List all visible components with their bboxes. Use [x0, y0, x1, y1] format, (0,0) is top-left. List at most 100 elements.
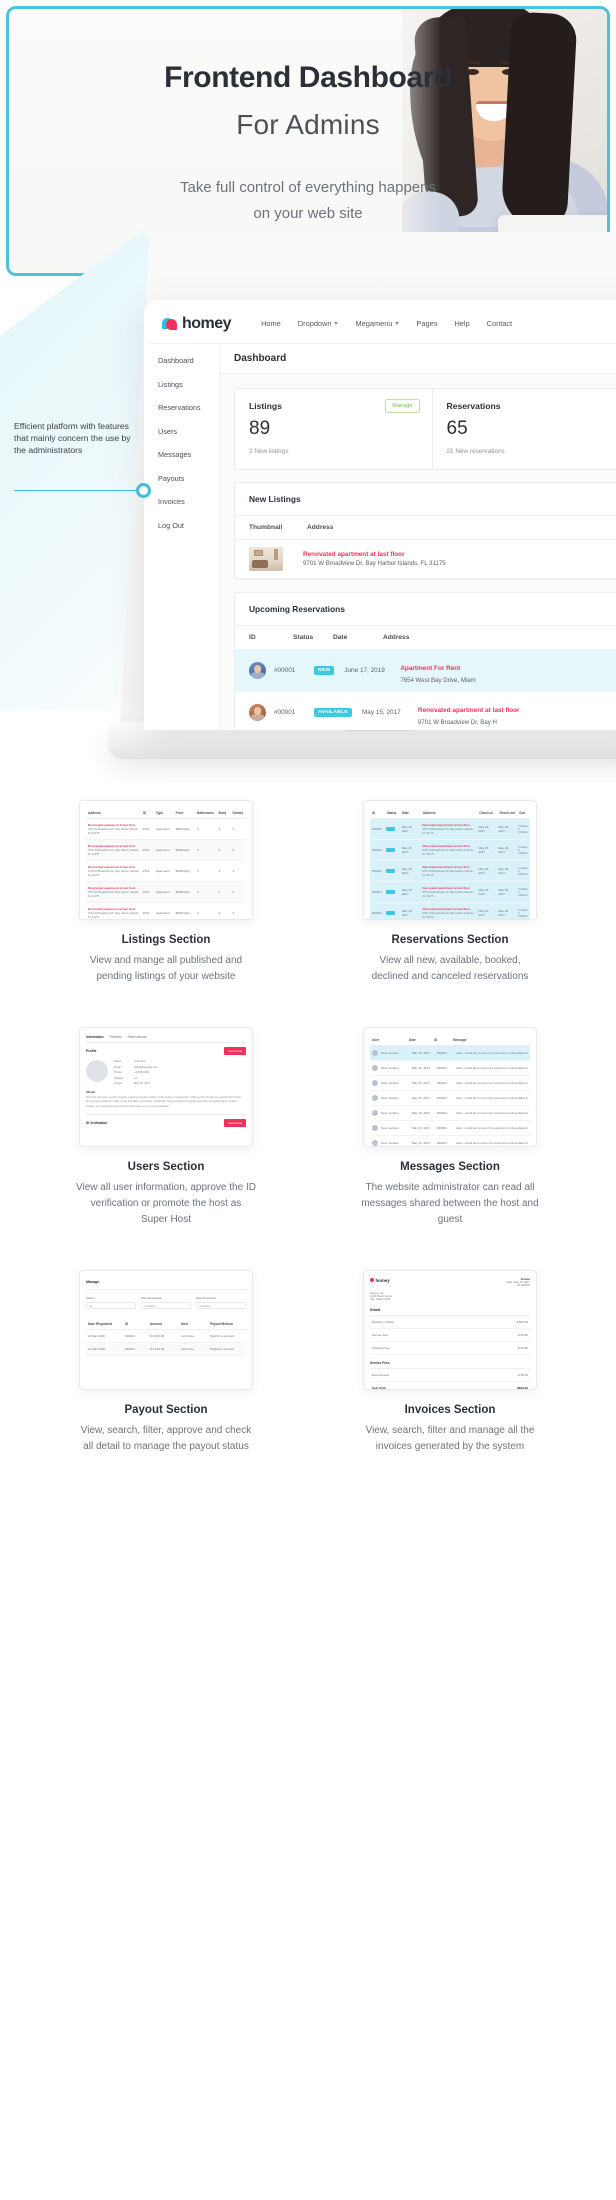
- table-row[interactable]: Renovated apartment at last floor 9701 W …: [86, 861, 246, 882]
- listing-guests: 4: [232, 890, 234, 894]
- invoice-line-label: Extra Guests: [372, 1373, 390, 1377]
- nav-item-megamenu[interactable]: Megamenu: [355, 319, 400, 328]
- avatar: [249, 662, 266, 679]
- table-row[interactable]: Renovated apartment at last floor 9701 W …: [86, 903, 246, 919]
- homey-logo[interactable]: homey: [162, 315, 232, 333]
- table-row[interactable]: Renovated apartment at last floor 9701 W …: [86, 819, 246, 840]
- avatar: [372, 1140, 378, 1146]
- stat-title: Reservations: [446, 401, 501, 411]
- table-row[interactable]: Renovated apartment at last floor 9701 W…: [235, 540, 616, 579]
- reservation-id: #00001: [372, 890, 383, 894]
- field-value: 12: [134, 1076, 137, 1080]
- column-checkin: Check-in: [479, 811, 493, 815]
- table-row[interactable]: Renovated apartment at last floor 9701 W …: [86, 840, 246, 861]
- table-row[interactable]: 16 Mar 2019 #00001 $ 9,150.00 John Doe P…: [86, 1330, 246, 1343]
- list-item[interactable]: New member May 15, 2017 #00001 Hello, I …: [370, 1076, 530, 1091]
- nav-item-help[interactable]: Help: [454, 319, 469, 328]
- list-item[interactable]: New member May 15, 2017 #00001 Hello, I …: [370, 1136, 530, 1146]
- column-guests: Gue: [519, 811, 526, 815]
- sidebar-item-dashboard[interactable]: Dashboard: [158, 356, 219, 365]
- listing-id: #721: [142, 827, 150, 831]
- message-id: #00001: [437, 1051, 448, 1055]
- invoice-line-value: $ 25.00: [517, 1346, 528, 1350]
- invoice-line-label: Cleaning Fee: [372, 1346, 390, 1350]
- list-item[interactable]: New member May 15, 2017 #00001 Hello, I …: [370, 1046, 530, 1061]
- manage-button[interactable]: Manage: [385, 399, 420, 413]
- message-id: #00001: [437, 1126, 448, 1130]
- message-date: May 15, 2017: [412, 1126, 431, 1130]
- sidebar-item-invoices[interactable]: Invoices: [158, 497, 219, 506]
- sidebar-item-logout[interactable]: Log Out: [158, 521, 219, 530]
- sidebar-item-payouts[interactable]: Payouts: [158, 474, 219, 483]
- list-item[interactable]: New member May 15, 2017 #00001 Hello, I …: [370, 1106, 530, 1121]
- column-checkout: Check-out: [499, 811, 515, 815]
- reservation-title: Renovated apartment at last floor: [422, 844, 471, 848]
- nav-label: Pages: [416, 319, 438, 328]
- message-date: May 15, 2017: [412, 1051, 431, 1055]
- table-row[interactable]: #00001 May 15, 2017 Renovated apartment …: [370, 819, 530, 840]
- status-badge: [386, 847, 396, 852]
- table-row[interactable]: #00001 NEW June 17, 2019 Apartment For R…: [235, 650, 616, 692]
- status-filter-select[interactable]: All: [86, 1301, 136, 1309]
- reservation-address: 9701 W Broadview Dr, Bay Harbor Islands,…: [422, 912, 474, 919]
- table-row[interactable]: #00001 May 15, 2017 Renovated apartment …: [370, 903, 530, 919]
- table-row[interactable]: #00001 May 15, 2017 Renovated apartment …: [370, 840, 530, 861]
- sidebar-item-reservations[interactable]: Reservations: [158, 403, 219, 412]
- feature-description: View, search, filter, approve and check …: [80, 1425, 252, 1452]
- nav-item-pages[interactable]: Pages: [416, 319, 437, 328]
- listing-address: 9701 W Broadview Dr, Bay Harbor Islands,…: [88, 849, 140, 856]
- reservation-checkin: May 15, 2017: [478, 825, 490, 833]
- table-row[interactable]: Renovated apartment at last floor 9701 W …: [86, 882, 246, 903]
- column-message: Message: [453, 1038, 467, 1042]
- listing-thumbnail: [249, 547, 283, 571]
- nav-item-contact[interactable]: Contact: [487, 319, 512, 328]
- table-row[interactable]: #00001 May 15, 2017 Renovated apartment …: [370, 861, 530, 882]
- feature-title: Payout Section: [124, 1404, 208, 1416]
- date-requested-filter[interactable]: mm/dd/yy: [141, 1301, 191, 1309]
- nav-item-dropdown[interactable]: Dropdown: [298, 319, 339, 328]
- listing-id: #721: [142, 848, 150, 852]
- callout-connector-dot: [136, 483, 151, 498]
- reservation-title: Renovated apartment at last floor: [422, 907, 471, 911]
- column-id: ID: [434, 1038, 438, 1042]
- list-item[interactable]: New member May 15, 2017 #00001 Hello, I …: [370, 1091, 530, 1106]
- list-item[interactable]: New member May 15, 2017 #00001 Hello, I …: [370, 1121, 530, 1136]
- date-processed-filter[interactable]: mm/dd/yy: [196, 1301, 246, 1309]
- message-user: New member: [381, 1051, 399, 1055]
- tab-information[interactable]: Information: [86, 1035, 104, 1039]
- message-date: May 15, 2017: [412, 1111, 431, 1115]
- feature-card-messages: User Date ID Message New member May 15, …: [308, 1027, 592, 1228]
- reservation-checkout: May 18, 2017: [498, 825, 509, 833]
- sidebar-item-listings[interactable]: Listings: [158, 380, 219, 389]
- reservations-screenshot: ID Status Date Address Check-in Check-ou…: [363, 800, 537, 920]
- list-item[interactable]: New member May 15, 2017 #00001 Hello, I …: [370, 1061, 530, 1076]
- listing-address: 9701 W Broadview Dr, Bay Harbor Islands,…: [88, 891, 140, 898]
- nav-label: Help: [454, 319, 470, 328]
- super-host-button[interactable]: Super Host: [224, 1047, 246, 1055]
- column-id: ID: [249, 634, 256, 641]
- homey-logo-icon: [370, 1278, 374, 1282]
- invoice-section-title: Details: [370, 1308, 530, 1316]
- tab-reviews[interactable]: Reviews: [110, 1035, 122, 1039]
- field-label: Name: [114, 1060, 122, 1063]
- hero-title: Frontend Dashboard: [164, 61, 452, 94]
- feature-card-payouts: Manage Status All Date Requested mm/dd/y…: [24, 1270, 308, 1455]
- approve-button[interactable]: Super Host: [224, 1119, 246, 1128]
- sidebar-item-messages[interactable]: Messages: [158, 450, 219, 459]
- table-row[interactable]: #00001 AVAILABLE May 15, 2017 Renovated …: [235, 692, 616, 730]
- reservation-guests: 3 Adults 2 Children: [517, 887, 528, 897]
- status-badge: [386, 889, 396, 894]
- filter-label: Date Requested: [141, 1296, 162, 1300]
- sidebar-item-users[interactable]: Users: [158, 427, 219, 436]
- listing-beds: 2: [218, 869, 221, 873]
- tab-reservations[interactable]: Reservations: [128, 1035, 147, 1039]
- nav-item-home[interactable]: Home: [261, 319, 281, 328]
- table-row[interactable]: #00001 May 15, 2017 Renovated apartment …: [370, 882, 530, 903]
- table-row[interactable]: 16 Mar 2019 #00001 $ 9,150.00 John Doe P…: [86, 1342, 246, 1356]
- invoice-line-label: Service Fee: [372, 1333, 389, 1337]
- payout-date: 16 Mar 2019: [88, 1333, 105, 1338]
- column-price: Price: [175, 811, 184, 815]
- reservation-id: #00001: [372, 848, 383, 852]
- nav-label: Megamenu: [355, 319, 393, 328]
- field-label: Joined: [114, 1082, 122, 1085]
